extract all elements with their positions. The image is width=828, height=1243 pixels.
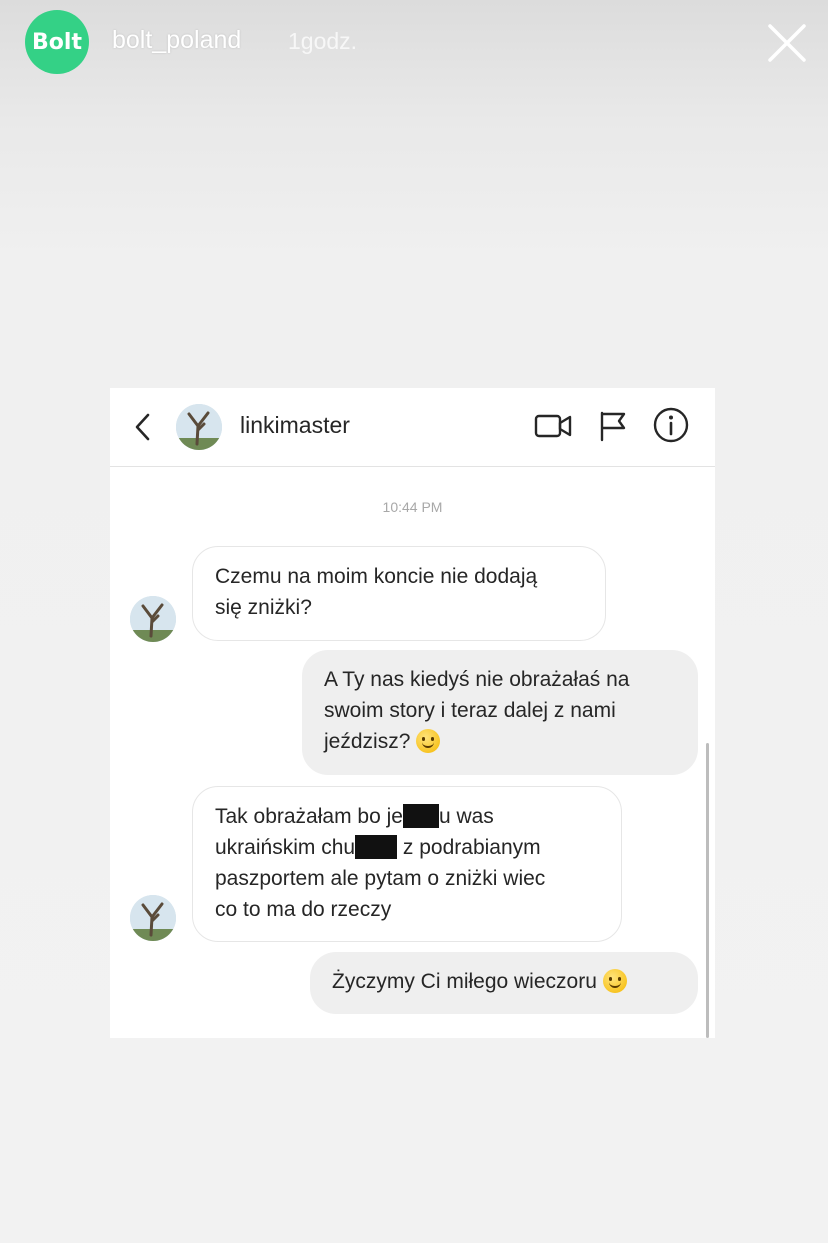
bolt-avatar-text: Bolt [32, 29, 82, 55]
contact-avatar-small[interactable] [130, 596, 176, 642]
chat-header: linkimaster [110, 388, 715, 467]
story-time: 1godz. [288, 28, 358, 54]
info-button[interactable] [652, 406, 690, 444]
message-line: A Ty nas kiedyś nie obrażałaś na [324, 668, 630, 691]
tree-avatar-icon [130, 596, 176, 642]
message-timestamp: 10:44 PM [382, 499, 443, 515]
message-line: jeździsz? [324, 726, 676, 757]
contact-name[interactable]: linkimaster [240, 412, 350, 439]
close-button[interactable] [766, 22, 808, 64]
message-line: paszportem ale pytam o zniżki wiec [215, 867, 546, 890]
message-line: ukraińskim chu z podrabianym [215, 835, 541, 859]
tree-avatar-icon [130, 895, 176, 941]
tree-avatar-icon [176, 404, 222, 450]
redaction-box [355, 835, 398, 859]
back-icon [135, 413, 150, 441]
redaction-box [402, 804, 439, 828]
contact-avatar-small[interactable] [130, 895, 176, 941]
message-line: Czemu na moim koncie nie dodają [215, 565, 538, 588]
message-line: Tak obrażałam bo je u was [215, 804, 494, 828]
info-icon [653, 407, 689, 443]
message-line: co to ma do rzeczy [215, 898, 392, 921]
video-call-button[interactable] [534, 408, 574, 444]
message-line: się zniżki? [215, 596, 312, 619]
close-icon [768, 24, 806, 62]
scrollbar[interactable] [706, 743, 709, 1038]
incoming-message-bubble[interactable]: Tak obrażałam bo je u was ukraińskim chu … [192, 786, 622, 942]
outgoing-message-bubble[interactable]: A Ty nas kiedyś nie obrażałaś na swoim s… [302, 650, 698, 775]
bolt-avatar[interactable]: Bolt [25, 10, 89, 74]
back-button[interactable] [130, 410, 156, 444]
message-line: swoim story i teraz dalej z nami [324, 699, 616, 722]
story-username[interactable]: bolt_poland [112, 26, 241, 55]
incoming-message-bubble[interactable]: Czemu na moim koncie nie dodają się zniż… [192, 546, 606, 641]
smiling-face-emoji-icon [602, 969, 627, 993]
chat-screenshot: linkimaster 10:44 PM Czemu na moim konci… [110, 388, 715, 1038]
story-header: Bolt bolt_poland 1godz. [0, 0, 828, 90]
contact-avatar[interactable] [176, 404, 222, 450]
outgoing-message-bubble[interactable]: Życzymy Ci miłego wieczoru [310, 952, 698, 1014]
report-button[interactable] [597, 408, 629, 444]
message-line: Życzymy Ci miłego wieczoru [332, 966, 676, 997]
smiling-face-emoji-icon [416, 729, 441, 753]
video-call-icon [534, 414, 572, 438]
flag-icon [600, 411, 626, 442]
